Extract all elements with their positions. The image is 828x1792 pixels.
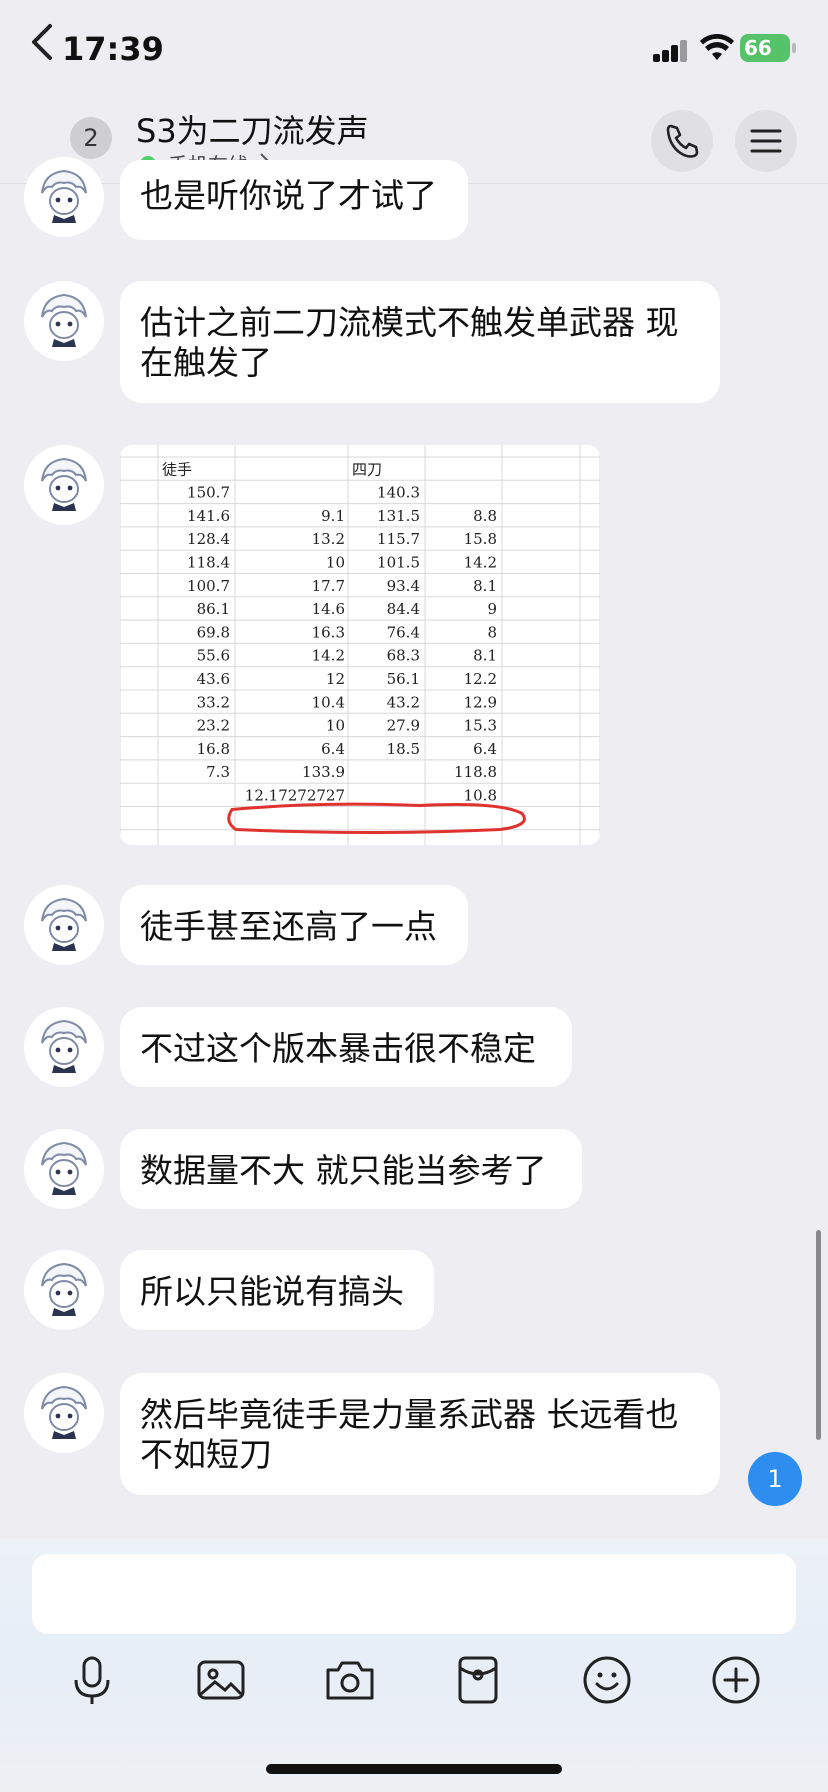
sheet-cell: 150.7 [187, 484, 230, 502]
sheet-cell: 12.9 [464, 693, 497, 711]
menu-icon [750, 129, 782, 153]
sheet-cell: 56.1 [387, 670, 420, 688]
message-bubble[interactable]: 不过这个版本暴击很不稳定 [120, 1007, 572, 1087]
sheet-cell: 118.8 [454, 763, 497, 781]
sheet-cell: 12.2 [464, 670, 497, 688]
sheet-cell: 23.2 [197, 717, 230, 735]
spreadsheet-image: 徒手 四刀 150.7 140.3 141.6 9.1 131.5 8.8 128.4 13.2 1… [120, 445, 600, 845]
image-message[interactable]: 徒手 四刀 150.7 140.3 141.6 9.1 131.5 8.8 128.4 13.2 1… [120, 445, 600, 845]
message-bubble[interactable]: 然后毕竟徒手是力量系武器 长远看也不如短刀 [120, 1373, 720, 1495]
new-message-badge[interactable]: 1 [748, 1452, 802, 1506]
sheet-cell: 10.4 [312, 693, 345, 711]
sheet-cell: 6.4 [473, 740, 497, 758]
sheet-cell: 33.2 [197, 693, 230, 711]
avatar[interactable] [24, 1007, 104, 1087]
message-bubble[interactable]: 估计之前二刀流模式不触发单武器 现在触发了 [120, 281, 720, 403]
sheet-cell: 15.3 [464, 717, 497, 735]
message-bubble[interactable]: 所以只能说有搞头 [120, 1250, 434, 1330]
sheet-cell: 101.5 [377, 554, 420, 572]
sheet-cell: 27.9 [387, 717, 420, 735]
sheet-cell: 43.6 [197, 670, 230, 688]
sheet-cell: 140.3 [377, 484, 420, 502]
battery-icon: 66 [740, 34, 796, 62]
sheet-cell: 43.2 [387, 693, 420, 711]
sheet-cell: 8.1 [473, 647, 497, 665]
message-bubble[interactable]: 数据量不大 就只能当参考了 [120, 1129, 582, 1209]
sheet-cell: 6.4 [321, 740, 345, 758]
sheet-header-cell: 徒手 [162, 460, 192, 478]
more-menu-button[interactable] [735, 110, 797, 172]
sheet-cell: 10 [326, 554, 345, 572]
sheet-cell: 68.3 [387, 647, 420, 665]
avatar[interactable] [24, 157, 104, 237]
sheet-cell: 8.8 [473, 507, 497, 525]
sheet-cell: 9 [487, 600, 497, 618]
avatar[interactable] [24, 1373, 104, 1453]
cellular-signal-icon [653, 38, 689, 62]
chat-title[interactable]: S3为二刀流发声 [136, 106, 369, 152]
sheet-cell: 93.4 [387, 577, 420, 595]
sheet-cell: 84.4 [387, 600, 420, 618]
sheet-cell: 13.2 [312, 530, 345, 548]
sheet-cell: 10.8 [464, 787, 497, 805]
sheet-cell: 69.8 [197, 623, 230, 641]
sheet-cell: 55.6 [197, 647, 230, 665]
sheet-cell: 128.4 [187, 530, 230, 548]
status-bar: 17:39 66 [0, 0, 828, 100]
sheet-cell: 131.5 [377, 507, 420, 525]
emoji-icon[interactable] [577, 1650, 637, 1710]
back-icon[interactable] [24, 14, 64, 70]
sheet-cell: 14.2 [312, 647, 345, 665]
sheet-cell: 115.7 [377, 530, 420, 548]
message-bubble[interactable]: 徒手甚至还高了一点 [120, 885, 468, 965]
sheet-cell: 133.9 [302, 763, 345, 781]
wifi-icon [700, 34, 734, 60]
avatar[interactable] [24, 445, 104, 525]
sheet-cell: 9.1 [321, 507, 345, 525]
sheet-cell: 15.8 [464, 530, 497, 548]
avatar[interactable] [24, 281, 104, 361]
sheet-cell: 100.7 [187, 577, 230, 595]
message-input[interactable] [32, 1554, 796, 1634]
sheet-cell: 18.5 [387, 740, 420, 758]
sheet-cell: 14.6 [312, 600, 345, 618]
sheet-cell: 141.6 [187, 507, 230, 525]
battery-level: 66 [740, 34, 790, 62]
scrollbar[interactable] [816, 1230, 821, 1440]
avatar[interactable] [24, 1129, 104, 1209]
sheet-cell: 7.3 [206, 763, 230, 781]
sheet-cell: 16.3 [312, 623, 345, 641]
sheet-cell: 86.1 [197, 600, 230, 618]
sheet-cell: 10 [326, 717, 345, 735]
sheet-cell: 12.17272727 [245, 787, 345, 805]
avatar[interactable] [24, 885, 104, 965]
sheet-cell: 118.4 [187, 554, 230, 572]
unread-count-badge[interactable]: 2 [70, 117, 112, 159]
phone-icon [666, 124, 699, 158]
sheet-cell: 16.8 [197, 740, 230, 758]
message-bubble[interactable]: 也是听你说了才试了 [120, 160, 468, 240]
home-indicator [266, 1764, 562, 1774]
red-circle-annotation [227, 802, 526, 834]
sheet-cell: 76.4 [387, 623, 420, 641]
sheet-cell: 8.1 [473, 577, 497, 595]
sheet-cell: 14.2 [464, 554, 497, 572]
image-icon[interactable] [191, 1650, 251, 1710]
avatar[interactable] [24, 1250, 104, 1330]
sheet-cell: 12 [326, 670, 345, 688]
plus-icon[interactable] [706, 1650, 766, 1710]
voice-call-button[interactable] [651, 110, 713, 172]
sheet-cell: 8 [487, 623, 497, 641]
red-packet-icon[interactable] [448, 1650, 508, 1710]
status-time: 17:39 [62, 30, 164, 68]
sheet-header-cell: 四刀 [352, 460, 382, 478]
microphone-icon[interactable] [62, 1650, 122, 1710]
camera-icon[interactable] [320, 1650, 380, 1710]
sheet-cell: 17.7 [312, 577, 345, 595]
